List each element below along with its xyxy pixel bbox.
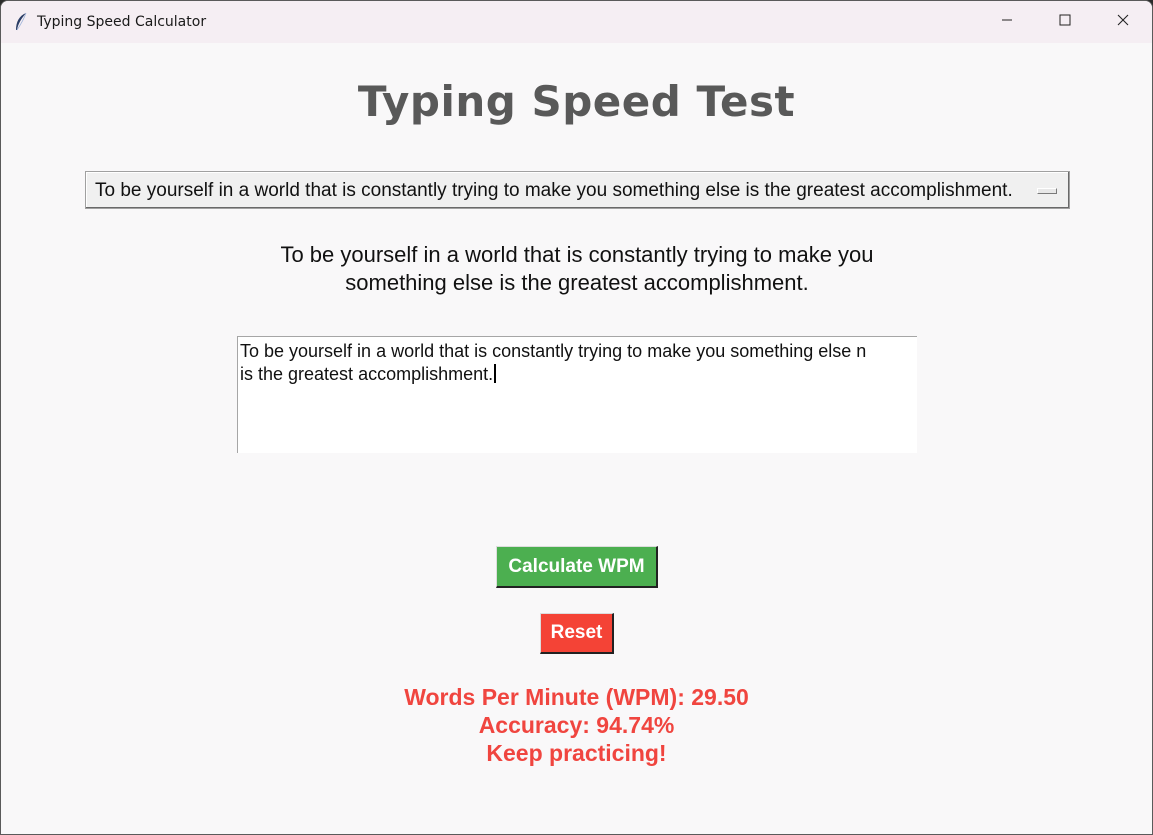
dropdown-selected-value: To be yourself in a world that is consta… xyxy=(95,180,1013,201)
close-icon xyxy=(1117,13,1129,31)
target-sentence-line: something else is the greatest accomplis… xyxy=(345,270,809,295)
main-content: Typing Speed Test To be yourself in a wo… xyxy=(1,43,1152,834)
minimize-icon xyxy=(1001,13,1013,31)
maximize-icon xyxy=(1059,13,1071,31)
wpm-result: Words Per Minute (WPM): 29.50 xyxy=(404,684,749,710)
sentence-dropdown[interactable]: To be yourself in a world that is consta… xyxy=(85,171,1070,209)
feather-icon xyxy=(13,12,29,32)
close-button[interactable] xyxy=(1094,1,1152,43)
feedback-message: Keep practicing! xyxy=(486,740,667,766)
text-cursor xyxy=(494,364,497,383)
reset-button[interactable]: Reset xyxy=(540,613,614,654)
page-title: Typing Speed Test xyxy=(357,77,796,126)
app-window: Typing Speed Calculator Typing Speed Tes… xyxy=(0,0,1153,835)
typed-text-line-2: is the greatest accomplishment. xyxy=(240,363,915,386)
accuracy-result: Accuracy: 94.74% xyxy=(478,712,675,738)
dropdown-indicator-icon xyxy=(1037,188,1057,194)
typing-input[interactable]: To be yourself in a world that is consta… xyxy=(237,336,917,453)
maximize-button[interactable] xyxy=(1036,1,1094,43)
title-bar[interactable]: Typing Speed Calculator xyxy=(1,1,1152,43)
calculate-wpm-button[interactable]: Calculate WPM xyxy=(496,546,658,588)
typed-text-line: is the greatest accomplishment. xyxy=(240,364,494,384)
window-title: Typing Speed Calculator xyxy=(37,14,207,30)
target-sentence-line: To be yourself in a world that is consta… xyxy=(280,242,874,267)
typed-text-line: To be yourself in a world that is consta… xyxy=(240,341,867,361)
target-sentence: To be yourself in a world that is consta… xyxy=(227,241,927,297)
minimize-button[interactable] xyxy=(978,1,1036,43)
